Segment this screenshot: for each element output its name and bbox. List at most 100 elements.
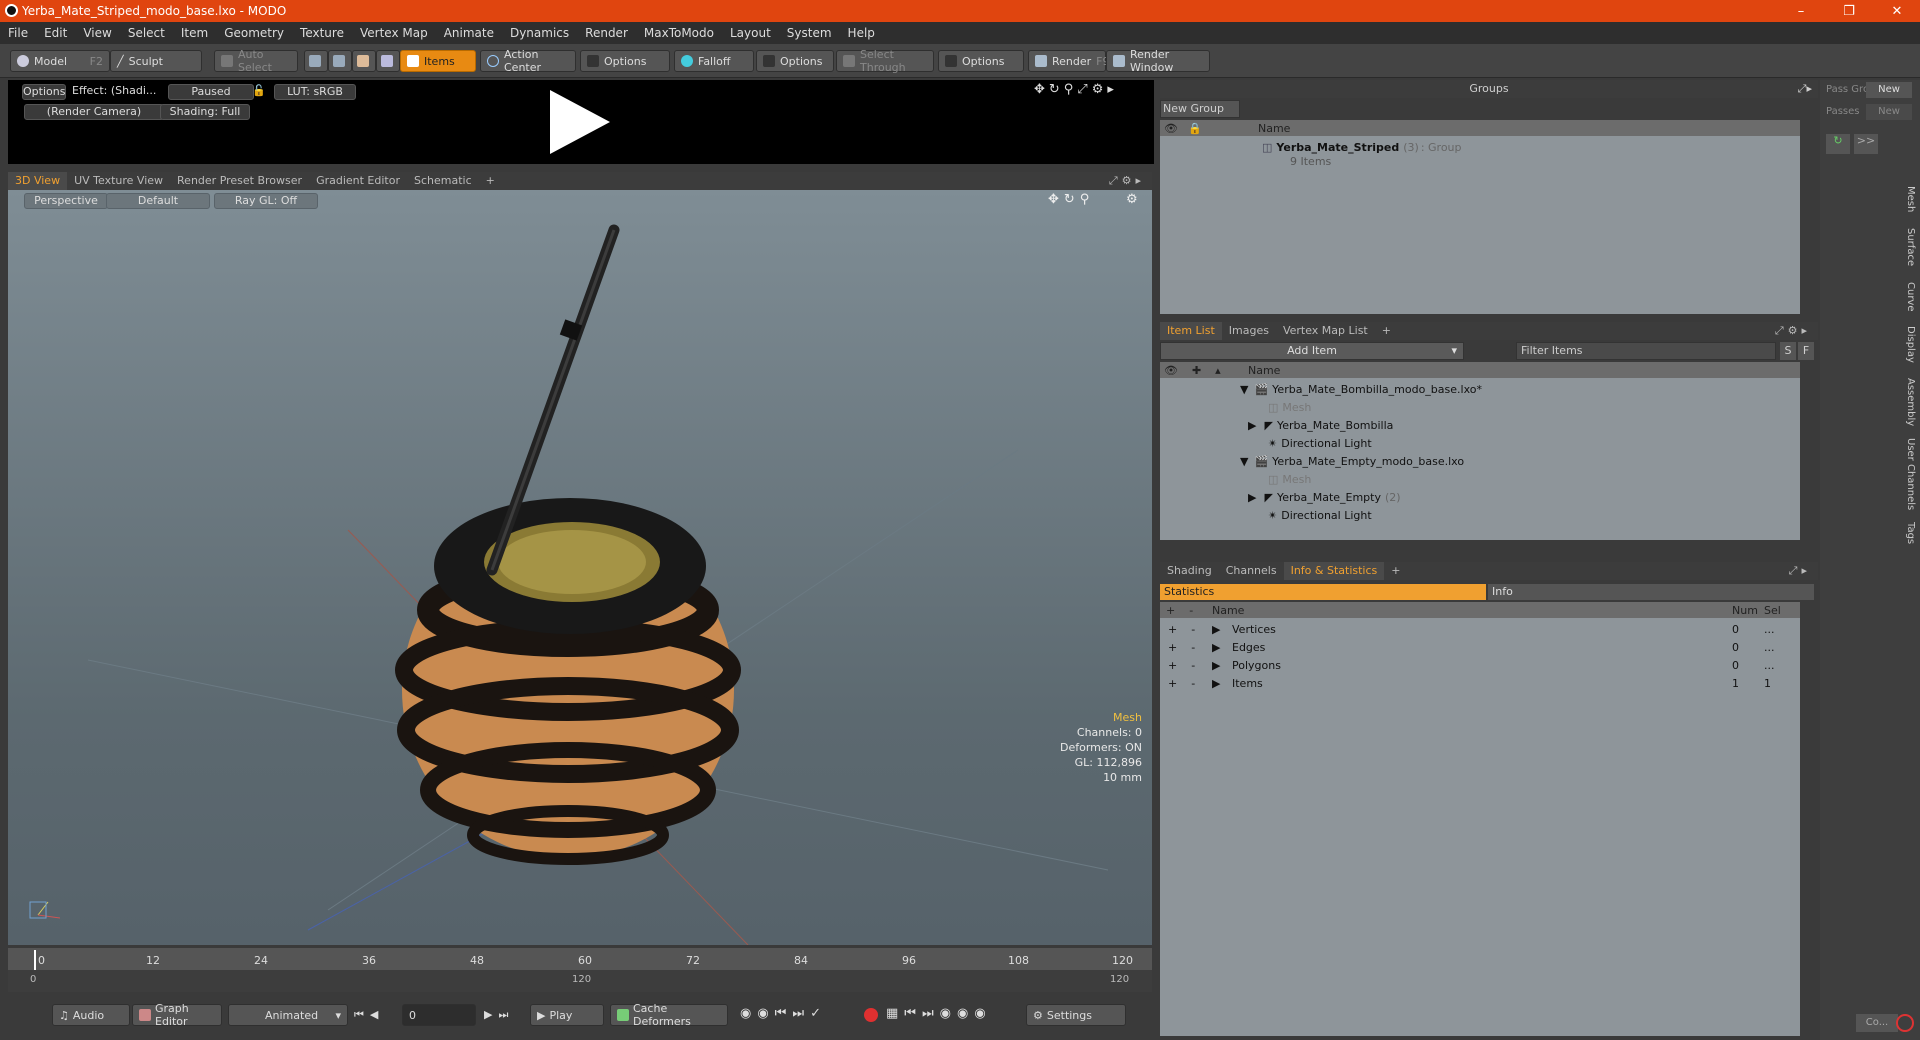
menu-vertex-map[interactable]: Vertex Map — [352, 26, 436, 40]
3d-viewport[interactable]: Perspective Default Ray GL: Off ✥↻⚲ ⚙ Me… — [8, 190, 1152, 945]
materials-mode-button[interactable] — [376, 50, 400, 72]
list-item[interactable]: ◫ Mesh — [1268, 398, 1311, 416]
shading-dropdown[interactable]: Shading: Full — [160, 104, 250, 120]
maximize-button[interactable]: ❐ — [1826, 0, 1872, 22]
action-center-options-button[interactable]: Options — [580, 50, 670, 72]
statistics-tab[interactable]: Statistics — [1160, 584, 1486, 600]
tab-images[interactable]: Images — [1222, 322, 1276, 340]
table-row[interactable]: +- ▶ Items 1 1 — [1160, 674, 1800, 692]
auto-select-button[interactable]: Auto Select — [214, 48, 298, 74]
list-item[interactable]: ✴ Directional Light — [1268, 434, 1372, 452]
select-through-button[interactable]: Select Through — [836, 48, 934, 74]
new-pass-button[interactable]: New — [1866, 104, 1912, 120]
list-item[interactable]: ✴ Directional Light — [1268, 506, 1372, 524]
play-button[interactable]: ▶ Play — [530, 1004, 604, 1026]
select-options-button[interactable]: Options — [938, 50, 1024, 72]
row-plus-minus-icons[interactable]: +- — [1160, 641, 1212, 654]
stop-icon[interactable] — [1896, 1014, 1914, 1032]
stats-expand-collapse-icons[interactable]: +- — [1160, 604, 1212, 617]
graph-editor-button[interactable]: Graph Editor — [132, 1002, 222, 1028]
add-tab-button[interactable]: + — [479, 172, 502, 190]
menu-select[interactable]: Select — [120, 26, 173, 40]
tab-schematic[interactable]: Schematic — [407, 172, 479, 190]
settings-button[interactable]: ⚙ Settings — [1026, 1004, 1126, 1026]
lut-dropdown[interactable]: LUT: sRGB — [274, 84, 356, 100]
row-plus-minus-icons[interactable]: +- — [1160, 677, 1212, 690]
menu-animate[interactable]: Animate — [436, 26, 502, 40]
edges-mode-button[interactable] — [328, 50, 352, 72]
forward-icon[interactable]: >> — [1854, 134, 1878, 154]
table-row[interactable]: +- ▶ Vertices 0... — [1160, 620, 1800, 638]
vtab-tags[interactable]: Tags — [1898, 522, 1916, 552]
tab-shading[interactable]: Shading — [1160, 562, 1219, 580]
table-row[interactable]: +- ▶ Polygons 0... — [1160, 656, 1800, 674]
model-mode-button[interactable]: Model F2 — [10, 50, 110, 72]
row-plus-minus-icons[interactable]: +- — [1160, 659, 1212, 672]
menu-system[interactable]: System — [779, 26, 840, 40]
itemlist-expand-icons[interactable]: ⤢⚙▸ — [1768, 322, 1818, 340]
render-camera-dropdown[interactable]: (Render Camera) — [24, 104, 164, 120]
preview-nav-icons[interactable]: ✥↻⚲⤢⚙▸ — [1034, 82, 1118, 97]
table-row[interactable]: +- ▶ Edges 0... — [1160, 638, 1800, 656]
vertices-mode-button[interactable] — [304, 50, 328, 72]
tab-uv-texture-view[interactable]: UV Texture View — [67, 172, 170, 190]
menu-edit[interactable]: Edit — [36, 26, 75, 40]
expand-arrow-icon[interactable]: ▶ — [1212, 659, 1232, 672]
groups-list[interactable]: 👁🔒 Name ◫ Yerba_Mate_Striped (3) : Group… — [1160, 120, 1800, 314]
list-item[interactable]: ◫ Mesh — [1268, 470, 1311, 488]
record-icon[interactable] — [864, 1008, 878, 1022]
item-list[interactable]: 👁✚▴ Name ▼ 🎬 Yerba_Mate_Bombilla_modo_base… — [1160, 362, 1800, 540]
vtab-display[interactable]: Display — [1898, 326, 1916, 370]
effect-dropdown[interactable]: Effect: (Shadi... — [72, 84, 164, 100]
list-item[interactable]: ▶ ◤ Yerba_Mate_Empty (2) — [1248, 488, 1401, 506]
audio-button[interactable]: ♫ Audio — [52, 1004, 130, 1026]
expand-arrow-icon[interactable]: ▶ — [1212, 623, 1232, 636]
filter-s-button[interactable]: S — [1780, 342, 1796, 360]
vtab-curve[interactable]: Curve — [1898, 282, 1916, 320]
list-item[interactable]: ▼ 🎬 Yerba_Mate_Bombilla_modo_base.lxo* — [1240, 380, 1482, 398]
animated-dropdown[interactable]: Animated ▾ — [228, 1004, 348, 1026]
menu-render[interactable]: Render — [577, 26, 636, 40]
add-itemlist-tab-button[interactable]: + — [1375, 322, 1398, 340]
cache-deformers-button[interactable]: Cache Deformers — [610, 1002, 728, 1028]
tab-info-statistics[interactable]: Info & Statistics — [1283, 562, 1385, 580]
list-item[interactable]: ▶ ◤ Yerba_Mate_Bombilla — [1248, 416, 1393, 434]
preview-options-button[interactable]: Options — [22, 84, 66, 100]
playhead[interactable] — [34, 950, 36, 970]
new-pass-group-button[interactable]: New — [1866, 82, 1912, 98]
menu-item[interactable]: Item — [173, 26, 216, 40]
menu-file[interactable]: File — [0, 26, 36, 40]
co-button[interactable]: Co... — [1856, 1014, 1898, 1032]
vtab-surface[interactable]: Surface — [1898, 228, 1916, 274]
vtab-user-channels[interactable]: User Channels — [1898, 438, 1916, 514]
groups-expand-icon[interactable]: ⤢▸ — [1798, 80, 1812, 98]
add-stats-tab-button[interactable]: + — [1384, 562, 1407, 580]
minimize-button[interactable]: – — [1778, 0, 1824, 22]
falloff-button[interactable]: Falloff — [674, 50, 754, 72]
tab-3d-view[interactable]: 3D View — [8, 172, 68, 190]
menu-dynamics[interactable]: Dynamics — [502, 26, 577, 40]
falloff-options-button[interactable]: Options — [756, 50, 834, 72]
expand-arrow-icon[interactable]: ▶ — [1212, 641, 1232, 654]
items-mode-button[interactable]: Items — [400, 50, 476, 72]
menu-texture[interactable]: Texture — [292, 26, 352, 40]
filter-f-button[interactable]: F — [1798, 342, 1814, 360]
viewport-expand-icons[interactable]: ⤢⚙▸ — [1102, 172, 1152, 190]
menu-layout[interactable]: Layout — [722, 26, 779, 40]
info-tab[interactable]: Info — [1488, 584, 1814, 600]
stats-expand-icons[interactable]: ⤢▸ — [1782, 562, 1818, 580]
tab-render-preset-browser[interactable]: Render Preset Browser — [170, 172, 309, 190]
menu-view[interactable]: View — [75, 26, 119, 40]
expand-arrow-icon[interactable]: ▶ — [1212, 677, 1232, 690]
list-item[interactable]: ▼ 🎬 Yerba_Mate_Empty_modo_base.lxo — [1240, 452, 1464, 470]
menu-maxtomodo[interactable]: MaxToModo — [636, 26, 722, 40]
play-icon[interactable] — [544, 86, 616, 158]
refresh-icon[interactable]: ↻ — [1826, 134, 1850, 154]
action-center-button[interactable]: Action Center — [480, 48, 576, 74]
skip-forward-icons[interactable]: ▶⏭ — [484, 1008, 514, 1022]
vtab-assembly[interactable]: Assembly — [1898, 378, 1916, 432]
skip-back-icons[interactable]: ⏮◀ — [354, 1008, 384, 1022]
tab-vertex-map-list[interactable]: Vertex Map List — [1276, 322, 1375, 340]
vtab-mesh[interactable]: Mesh — [1898, 186, 1916, 222]
menu-geometry[interactable]: Geometry — [216, 26, 292, 40]
